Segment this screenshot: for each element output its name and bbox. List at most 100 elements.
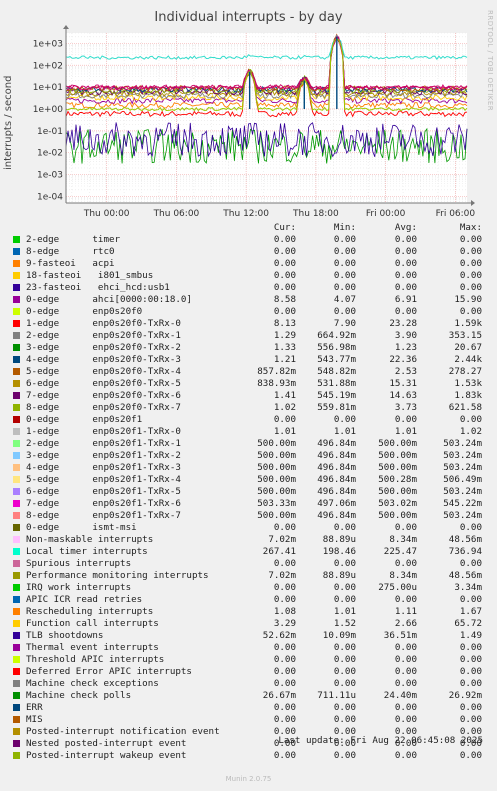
legend-label: Thermal event interrupts [26, 642, 159, 653]
legend-avg: 0.00 [394, 702, 417, 713]
legend-swatch [13, 464, 20, 471]
legend-avg: 0.00 [394, 246, 417, 257]
legend-label: 5-edge enp0s20f0-TxRx-4 [26, 366, 181, 377]
legend-row: 7-edge enp0s20f1-TxRx-6 503.33m 497.06m 503… [0, 498, 497, 510]
legend-cur: 1.01 [273, 426, 296, 437]
legend-min: 1.01 [333, 426, 356, 437]
legend-max: 0.00 [459, 234, 482, 245]
legend-swatch [13, 488, 20, 495]
legend-swatch [13, 704, 20, 711]
legend-cur: 1.29 [273, 330, 296, 341]
legend-max: 503.24m [443, 438, 482, 449]
x-tick-label: Thu 00:00 [83, 209, 130, 219]
legend-cur: 0.00 [273, 282, 296, 293]
legend-row: 8-edge rtc0 0.00 0.00 0.00 0.00 [0, 246, 497, 258]
legend-max: 503.24m [443, 510, 482, 521]
legend-max: 2.44k [454, 354, 482, 365]
legend-max: 26.92m [448, 690, 482, 701]
legend-max: 0.00 [459, 654, 482, 665]
legend-swatch [13, 260, 20, 267]
legend-row: 18-fasteoi i801_smbus 0.00 0.00 0.00 0.00 [0, 270, 497, 282]
legend-cur: 0.00 [273, 594, 296, 605]
legend-swatch [13, 440, 20, 447]
legend-swatch [13, 620, 20, 627]
legend-label: 1-edge enp0s20f0-TxRx-0 [26, 318, 181, 329]
legend-max: 0.00 [459, 714, 482, 725]
legend-min: 0.00 [333, 270, 356, 281]
legend-row: 3-edge enp0s20f1-TxRx-2 500.00m 496.84m 500… [0, 450, 497, 462]
legend-cur: 8.13 [273, 318, 296, 329]
legend-label: 5-edge enp0s20f1-TxRx-4 [26, 474, 181, 485]
legend-label: 7-edge enp0s20f1-TxRx-6 [26, 498, 181, 509]
legend-avg: 0.00 [394, 594, 417, 605]
legend-row: 8-edge enp0s20f1-TxRx-7 500.00m 496.84m 500… [0, 510, 497, 522]
legend-row: 7-edge enp0s20f0-TxRx-6 1.41 545.19m 14.63 1… [0, 390, 497, 402]
legend-swatch [13, 596, 20, 603]
legend-row: 23-fasteoi ehci_hcd:usb1 0.00 0.00 0.00 0.00 [0, 282, 497, 294]
legend-max: 0.00 [459, 270, 482, 281]
legend-row: 0-edge enp0s20f1 0.00 0.00 0.00 0.00 [0, 414, 497, 426]
legend-max: 503.24m [443, 450, 482, 461]
legend-row: 0-edge ahci[0000:00:18.0] 8.58 4.07 6.91 15.… [0, 294, 497, 306]
legend-row: MIS 0.00 0.00 0.00 0.00 [0, 714, 497, 726]
legend-max: 545.22m [443, 498, 482, 509]
y-tick-label: 1e+03 [33, 39, 63, 49]
legend-avg: 0.00 [394, 678, 417, 689]
legend-cur: 1.08 [273, 606, 296, 617]
legend-label: Spurious interrupts [26, 558, 132, 569]
legend-swatch [13, 692, 20, 699]
legend-max: 0.00 [459, 642, 482, 653]
legend-swatch [13, 608, 20, 615]
legend-label: Local timer interrupts [26, 546, 148, 557]
legend-label: 23-fasteoi ehci_hcd:usb1 [26, 282, 170, 293]
legend-min: 198.46 [322, 546, 356, 557]
legend-label: Threshold APIC interrupts [26, 654, 165, 665]
legend-max: 353.15 [448, 330, 482, 341]
legend-avg: 503.02m [378, 498, 417, 509]
legend-swatch [13, 560, 20, 567]
legend-avg: 36.51m [383, 630, 417, 641]
legend-swatch [13, 404, 20, 411]
legend-max: 0.00 [459, 750, 482, 761]
legend-row: APIC ICR read retries 0.00 0.00 0.00 0.00 [0, 594, 497, 606]
legend-cur: 26.67m [262, 690, 296, 701]
legend-swatch [13, 380, 20, 387]
legend-min: 711.11u [317, 690, 356, 701]
legend-max: 1.53k [454, 378, 482, 389]
legend-swatch [13, 668, 20, 675]
legend-label: TLB shootdowns [26, 630, 104, 641]
legend-cur: 7.02m [268, 534, 296, 545]
legend-min: 88.89u [322, 534, 356, 545]
legend-header: Cur: Min: Avg: Max: [0, 222, 497, 234]
legend-max: 0.00 [459, 414, 482, 425]
legend-label: Machine check polls [26, 690, 132, 701]
y-tick-label: 1e+00 [33, 105, 64, 115]
legend-min: 0.00 [333, 678, 356, 689]
legend-avg: 0.00 [394, 282, 417, 293]
legend-swatch [13, 308, 20, 315]
legend-min: 0.00 [333, 594, 356, 605]
legend-avg: 24.40m [383, 690, 417, 701]
legend-max: 1.83k [454, 390, 482, 401]
legend-cur: 0.00 [273, 234, 296, 245]
legend-avg: 0.00 [394, 642, 417, 653]
legend-label: Rescheduling interrupts [26, 606, 154, 617]
legend-label: 3-edge enp0s20f0-TxRx-2 [26, 342, 181, 353]
legend-row: Deferred Error APIC interrupts 0.00 0.00 0.… [0, 666, 497, 678]
legend-max: 0.00 [459, 306, 482, 317]
legend-cur: 838.93m [257, 378, 296, 389]
legend-swatch [13, 752, 20, 759]
legend-max: 506.49m [443, 474, 482, 485]
legend-swatch [13, 284, 20, 291]
legend-swatch [13, 500, 20, 507]
legend-min: 0.00 [333, 750, 356, 761]
legend-min: 0.00 [333, 582, 356, 593]
legend-swatch [13, 236, 20, 243]
y-axis-arrow [63, 25, 69, 29]
legend-avg: 0.00 [394, 414, 417, 425]
legend-cur: 0.00 [273, 750, 296, 761]
legend-avg: 8.34m [389, 570, 417, 581]
legend-min: 88.89u [322, 570, 356, 581]
legend-max: 15.90 [454, 294, 482, 305]
legend-label: 0-edge ismt-msi [26, 522, 137, 533]
